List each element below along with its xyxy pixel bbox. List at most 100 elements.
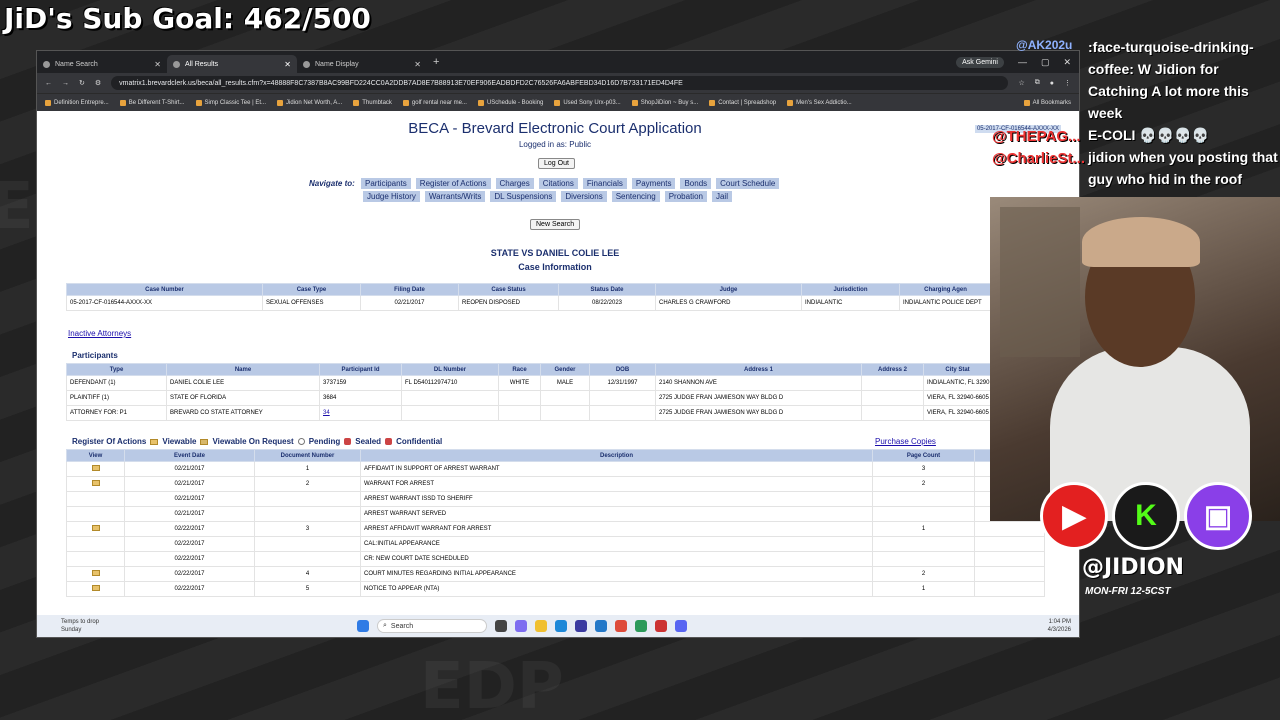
reload-icon[interactable]: ↻ <box>79 79 85 87</box>
nav-bonds[interactable]: Bonds <box>680 178 712 189</box>
windows-start-icon[interactable] <box>357 620 369 632</box>
task-view-icon[interactable] <box>495 620 507 632</box>
nav-judge-history[interactable]: Judge History <box>363 191 420 202</box>
table-cell: 3684 <box>319 390 402 406</box>
bookmark-star-icon[interactable]: ☆ <box>1018 79 1024 87</box>
new-search-button[interactable]: New Search <box>530 219 581 230</box>
bookmark-item[interactable]: Jidion Net Worth, A... <box>276 99 342 106</box>
close-window-icon[interactable]: ✕ <box>1063 57 1071 68</box>
nav-warrants-writs[interactable]: Warrants/Writs <box>424 191 486 202</box>
forward-icon[interactable]: → <box>62 80 69 87</box>
nav-probation[interactable]: Probation <box>664 191 707 202</box>
bookmark-item[interactable]: Used Sony Urx-p03... <box>554 99 621 106</box>
bookmark-item[interactable]: Definition Entrepre... <box>45 99 109 106</box>
edge-icon[interactable] <box>555 620 567 632</box>
bookmark-item[interactable]: Be Different T-Shirt... <box>119 99 185 106</box>
logout-button[interactable]: Log Out <box>538 158 575 169</box>
nav-charges[interactable]: Charges <box>495 178 534 189</box>
system-clock[interactable]: 1:04 PM 4/3/2026 <box>1048 618 1071 634</box>
file-explorer-icon[interactable] <box>535 620 547 632</box>
table-row: 02/21/2017 2 WARRANT FOR ARREST 2 <box>66 476 1045 492</box>
bookmark-item[interactable]: ShopJiDion ~ Buy s... <box>631 99 698 106</box>
view-cell <box>66 581 125 597</box>
app-icon[interactable] <box>635 620 647 632</box>
table-cell: 02/22/2017 <box>124 521 255 537</box>
app-icon[interactable] <box>575 620 587 632</box>
table-cell <box>974 536 1045 552</box>
table-cell: AFFIDAVIT IN SUPPORT OF ARREST WARRANT <box>360 461 873 477</box>
column-header: DL Number <box>401 363 499 376</box>
folder-icon[interactable] <box>91 480 100 486</box>
nav-financials[interactable]: Financials <box>582 178 627 189</box>
search-icon: ⌕ <box>383 622 387 629</box>
nav-payments[interactable]: Payments <box>631 178 676 189</box>
app-icon[interactable] <box>655 620 667 632</box>
ask-gemini-button[interactable]: Ask Gemini <box>956 56 1004 68</box>
back-icon[interactable]: ← <box>45 80 52 87</box>
kick-icon: K <box>1112 482 1180 550</box>
folder-icon[interactable] <box>91 465 100 471</box>
nav-dl-suspensions[interactable]: DL Suspensions <box>490 191 557 202</box>
taskbar-search[interactable]: ⌕ Search <box>377 619 487 633</box>
all-bookmarks-button[interactable]: All Bookmarks <box>1023 99 1071 106</box>
nav-diversions[interactable]: Diversions <box>561 191 607 202</box>
inactive-attorneys-link[interactable]: Inactive Attorneys <box>68 329 131 338</box>
nav-participants[interactable]: Participants <box>361 178 411 189</box>
tab-label: All Results <box>185 60 219 68</box>
store-icon[interactable] <box>595 620 607 632</box>
navigate-label: Navigate to: <box>309 179 355 188</box>
chrome-icon[interactable] <box>615 620 627 632</box>
bookmark-item[interactable]: Men's Sex Addictio... <box>787 99 852 106</box>
nav-sentencing[interactable]: Sentencing <box>611 191 660 202</box>
site-info-icon[interactable]: ⚙ <box>95 79 101 87</box>
table-cell <box>872 551 975 567</box>
participant-id-link[interactable]: 34 <box>319 405 402 421</box>
copilot-icon[interactable] <box>515 620 527 632</box>
minimize-icon[interactable]: — <box>1018 57 1027 68</box>
extensions-icon[interactable]: ⧉ <box>1035 79 1040 87</box>
view-cell <box>66 461 125 477</box>
bookmark-item[interactable]: Contact | Spreadshop <box>709 99 776 106</box>
bookmark-item[interactable]: USchedule - Booking <box>477 99 543 106</box>
folder-icon[interactable] <box>91 525 100 531</box>
table-row: ATTORNEY FOR: P1 BREVARD CO STATE ATTORN… <box>66 405 992 421</box>
tab-name-display[interactable]: Name Display ✕ <box>297 55 427 73</box>
close-icon[interactable]: ✕ <box>284 60 291 69</box>
maximize-icon[interactable]: ▢ <box>1041 57 1050 68</box>
weather-widget[interactable]: Temps to drop Sunday <box>37 618 99 634</box>
table-cell: 02/21/2017 <box>124 461 255 477</box>
column-header: Judge <box>655 283 802 296</box>
url-field[interactable]: vmatrix1.brevardclerk.us/beca/all_result… <box>111 76 1009 90</box>
table-cell <box>974 581 1045 597</box>
bookmark-item[interactable]: Thumbtack <box>353 99 392 106</box>
nav-register-of-actions[interactable]: Register of Actions <box>415 178 491 189</box>
register-of-actions-table: View Event Date Document Number Descript… <box>66 449 1045 597</box>
tab-name-search[interactable]: Name Search ✕ <box>37 55 167 73</box>
nav-citations[interactable]: Citations <box>538 178 578 189</box>
folder-icon[interactable] <box>91 585 100 591</box>
menu-icon[interactable]: ⋮ <box>1064 79 1071 87</box>
new-tab-button[interactable]: + <box>427 56 445 68</box>
table-row: 02/21/2017 1 AFFIDAVIT IN SUPPORT OF ARRES… <box>66 461 1045 477</box>
bookmark-item[interactable]: Simp Classic Tee | Et... <box>195 99 266 106</box>
table-cell <box>498 390 541 406</box>
close-icon[interactable]: ✕ <box>414 60 421 69</box>
youtube-icon: ▶ <box>1040 482 1108 550</box>
bookmark-item[interactable]: golf rental near me... <box>402 99 467 106</box>
table-cell: 1 <box>254 461 361 477</box>
profile-icon[interactable]: ● <box>1050 80 1054 87</box>
nav-court-schedule[interactable]: Court Schedule <box>716 178 780 189</box>
chat-mention: @THEPAG... <box>992 128 1081 145</box>
purchase-copies-link[interactable]: Purchase Copies <box>875 437 936 446</box>
discord-icon[interactable] <box>675 620 687 632</box>
legend-label: Viewable <box>162 437 197 446</box>
column-header: Gender <box>540 363 590 376</box>
table-cell: 02/22/2017 <box>124 566 255 582</box>
folder-icon[interactable] <box>91 570 100 576</box>
nav-jail[interactable]: Jail <box>711 191 732 202</box>
tab-all-results[interactable]: All Results ✕ <box>167 55 297 73</box>
table-cell: NOTICE TO APPEAR (NTA) <box>360 581 873 597</box>
close-icon[interactable]: ✕ <box>154 60 161 69</box>
table-cell <box>872 506 975 522</box>
table-row: DEFENDANT (1) DANIEL COLIE LEE 3737159 F… <box>66 375 992 391</box>
